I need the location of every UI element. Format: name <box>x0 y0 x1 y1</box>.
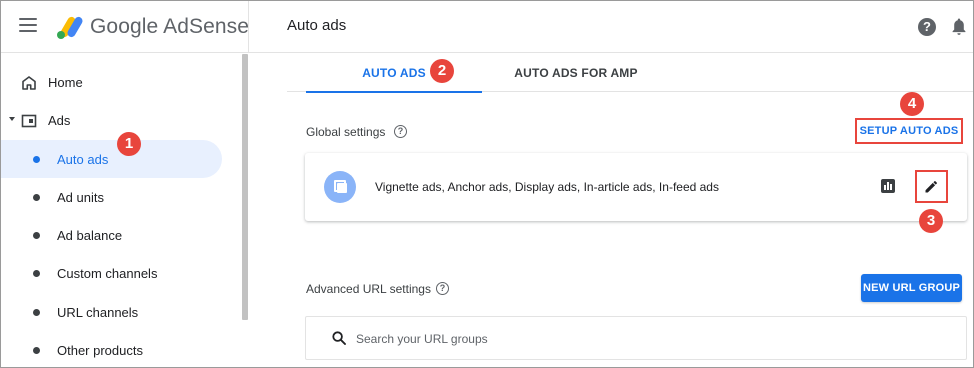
sidebar-item-other-products[interactable]: Other products <box>1 331 222 367</box>
callout-badge-2: 2 <box>430 59 454 83</box>
bell-icon[interactable] <box>951 17 967 37</box>
callout-badge-3: 3 <box>919 209 943 233</box>
tab-auto-ads[interactable]: AUTO ADS <box>306 54 482 93</box>
sidebar-item-ad-units[interactable]: Ad units <box>1 178 222 216</box>
sidebar-item-label: Ads <box>48 112 71 128</box>
advanced-url-settings-heading: Advanced URL settings <box>306 282 431 296</box>
expand-caret-icon[interactable] <box>9 117 15 121</box>
adsense-logo-icon <box>57 16 83 39</box>
global-settings-heading: Global settings <box>306 125 386 139</box>
callout-badge-4: 4 <box>900 92 924 116</box>
top-app-bar: Google AdSense Auto ads ? <box>1 1 973 53</box>
new-url-group-button[interactable]: NEW URL GROUP <box>861 274 962 302</box>
sidebar-item-ad-balance[interactable]: Ad balance <box>1 216 222 254</box>
app-window: Google AdSense Auto ads ? Home Ads Auto <box>0 0 974 368</box>
sidebar-item-url-channels[interactable]: URL channels <box>1 293 222 331</box>
sidebar-item-label: Other products <box>57 342 143 358</box>
callout-badge-1: 1 <box>117 132 141 156</box>
edit-global-settings-button[interactable] <box>915 170 948 203</box>
sidebar-item-label: Auto ads <box>57 151 109 167</box>
sidebar-item-label: URL channels <box>57 304 139 320</box>
nav-dot-icon <box>33 309 40 316</box>
help-circle-icon[interactable]: ? <box>436 282 449 295</box>
bar-chart-icon[interactable] <box>881 179 895 193</box>
nav-dot-icon <box>33 270 40 277</box>
page-title: Auto ads <box>287 17 347 34</box>
sidebar-item-home[interactable]: Home <box>1 63 222 101</box>
help-circle-icon[interactable]: ? <box>394 125 407 138</box>
topbar-divider <box>248 1 249 53</box>
sidebar-item-auto-ads[interactable]: Auto ads <box>1 140 222 178</box>
ad-formats-summary: Vignette ads, Anchor ads, Display ads, I… <box>375 180 719 194</box>
sidebar-item-label: Ad units <box>57 189 104 205</box>
nav-dot-icon <box>33 347 40 354</box>
sidebar-item-label: Home <box>48 74 83 90</box>
nav-dot-icon <box>33 232 40 239</box>
sidebar-nav: Home Ads Auto ads Ad units Ad balance Cu… <box>1 54 249 367</box>
sidebar-item-ads[interactable]: Ads <box>1 101 222 139</box>
setup-auto-ads-button[interactable]: SETUP AUTO ADS <box>855 118 963 144</box>
sidebar-item-label: Ad balance <box>57 227 123 243</box>
nav-dot-icon <box>33 156 40 163</box>
sidebar-scrollbar[interactable] <box>242 54 248 320</box>
brand-name: Google AdSense <box>90 15 250 38</box>
help-icon[interactable]: ? <box>918 18 936 36</box>
search-icon <box>332 331 346 345</box>
nav-dot-icon <box>33 194 40 201</box>
sidebar-item-label: Custom channels <box>57 265 158 281</box>
search-input[interactable] <box>356 329 936 349</box>
url-groups-search-box[interactable] <box>305 316 967 360</box>
home-icon <box>22 76 36 90</box>
tab-bar: AUTO ADS AUTO ADS FOR AMP <box>287 54 973 93</box>
ad-formats-icon <box>324 171 356 203</box>
pencil-icon <box>925 180 938 193</box>
tab-auto-ads-for-amp[interactable]: AUTO ADS FOR AMP <box>482 54 670 92</box>
ads-icon <box>21 114 37 128</box>
sidebar-item-custom-channels[interactable]: Custom channels <box>1 254 222 292</box>
menu-icon[interactable] <box>19 18 37 34</box>
main-content: AUTO ADS AUTO ADS FOR AMP Global setting… <box>249 54 973 367</box>
global-settings-card: Vignette ads, Anchor ads, Display ads, I… <box>305 153 967 221</box>
